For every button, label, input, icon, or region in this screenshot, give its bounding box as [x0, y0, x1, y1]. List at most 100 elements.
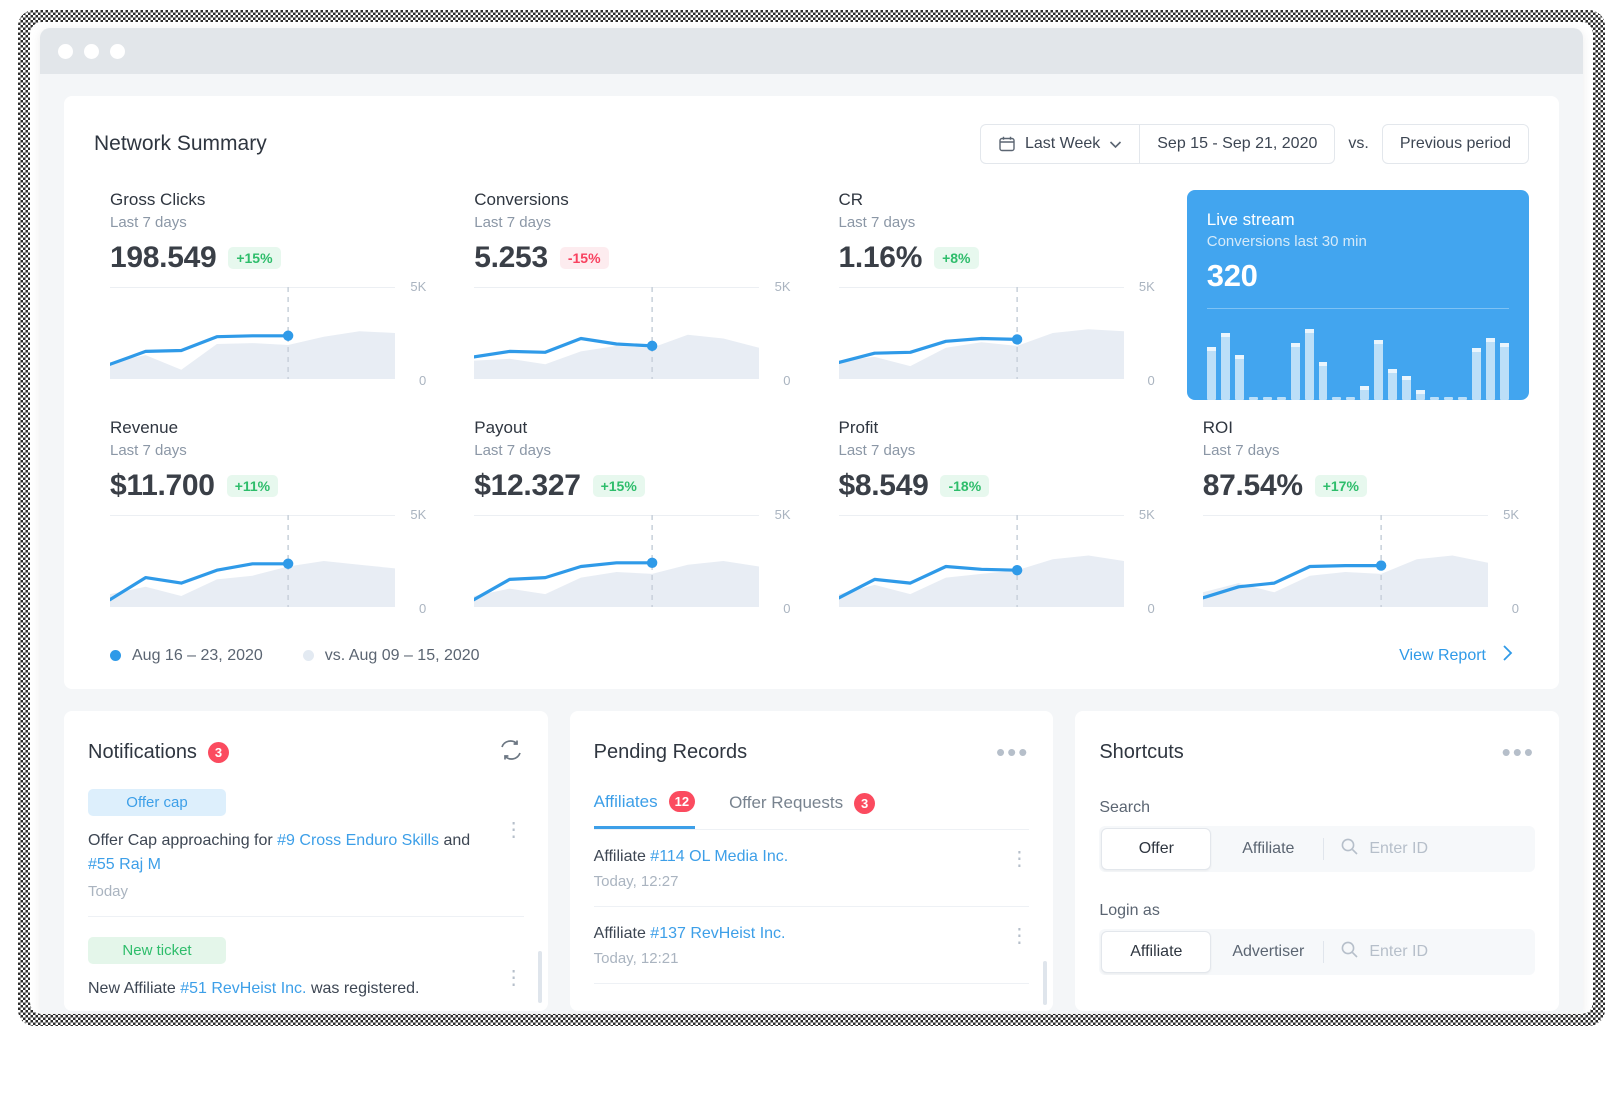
- search-id-input[interactable]: Enter ID: [1324, 826, 1535, 872]
- axis-label-bottom: 0: [783, 373, 790, 388]
- login-id-input[interactable]: Enter ID: [1324, 929, 1535, 975]
- gross-clicks-sparkline: 5K0: [110, 287, 420, 379]
- date-range-field[interactable]: Sep 15 - Sep 21, 2020: [1139, 124, 1335, 164]
- notifications-panel: Notifications 3 Offer capOffer Cap appro…: [64, 711, 548, 1011]
- view-report-link[interactable]: View Report: [1399, 644, 1513, 667]
- search-segment-offer[interactable]: Offer: [1101, 828, 1211, 870]
- previous-period-button[interactable]: Previous period: [1382, 124, 1529, 164]
- live-bar-cap: [1319, 362, 1328, 366]
- kebab-menu-icon[interactable]: ⋮: [504, 975, 524, 982]
- conversions-sparkline: 5K0: [474, 287, 784, 379]
- live-bar-cap: [1305, 329, 1314, 333]
- pending-record-row: Affiliate #114 OL Media Inc.Today, 12:27…: [594, 830, 1030, 907]
- tab-count-badge: 12: [669, 791, 695, 812]
- axis-label-top: 5K: [1139, 507, 1155, 522]
- previous-period-label: Previous period: [1400, 135, 1511, 153]
- login-segment-affiliate[interactable]: Affiliate: [1101, 931, 1211, 973]
- kebab-menu-icon[interactable]: ⋮: [1009, 856, 1029, 863]
- notification-text-pre: Offer Cap approaching for: [88, 832, 273, 849]
- kpi-delta-badge: -18%: [940, 475, 989, 497]
- live-bar: [1430, 397, 1439, 400]
- axis-label-bottom: 0: [1148, 373, 1155, 388]
- login-as-row: Affiliate Advertiser Enter ID: [1099, 929, 1535, 975]
- notifications-count-badge: 3: [208, 742, 229, 763]
- live-stream-title: Live stream: [1207, 210, 1509, 230]
- pending-records-panel: Pending Records ••• Affiliates 12 Offer Re…: [570, 711, 1054, 1011]
- live-stream-baseline: [1207, 308, 1509, 309]
- live-stream-value: 320: [1207, 258, 1509, 294]
- refresh-icon[interactable]: [498, 737, 524, 768]
- notifications-title-group: Notifications 3: [88, 741, 229, 764]
- kpi-title: Payout: [474, 418, 784, 438]
- pending-records-title: Pending Records: [594, 741, 747, 764]
- kpi-delta-badge: +17%: [1315, 475, 1367, 497]
- tab-offer-requests[interactable]: Offer Requests3: [729, 791, 875, 829]
- kpi-title: Conversions: [474, 190, 784, 210]
- live-bar: [1388, 369, 1397, 400]
- record-title: Affiliate #114 OL Media Inc.: [594, 848, 1030, 866]
- kpi-subtitle: Last 7 days: [110, 442, 420, 459]
- axis-label-bottom: 0: [419, 373, 426, 388]
- notifications-scrollbar[interactable]: [538, 951, 542, 1003]
- axis-label-top: 5K: [775, 507, 791, 522]
- search-id-placeholder: Enter ID: [1369, 840, 1428, 858]
- view-report-label: View Report: [1399, 647, 1486, 665]
- kpi-value: $12.327: [474, 469, 580, 503]
- notification-text: New Affiliate #51 RevHeist Inc. was regi…: [88, 977, 524, 1001]
- live-bar: [1416, 390, 1425, 400]
- notification-text-mid: was registered.: [311, 980, 420, 997]
- close-icon[interactable]: [58, 44, 73, 59]
- kpi-value: 5.253: [474, 241, 548, 275]
- kpi-title: ROI: [1203, 418, 1513, 438]
- live-bar: [1402, 376, 1411, 400]
- live-bar: [1500, 343, 1509, 400]
- tab-label: Offer Requests: [729, 793, 843, 813]
- record-link[interactable]: #137 RevHeist Inc.: [650, 925, 785, 942]
- overflow-menu-icon[interactable]: •••: [1502, 747, 1535, 757]
- kpi-card-profit: ProfitLast 7 days$8.549-18%5K0: [823, 418, 1165, 618]
- kpi-subtitle: Last 7 days: [474, 442, 784, 459]
- shortcuts-header: Shortcuts •••: [1099, 735, 1535, 769]
- kebab-menu-icon[interactable]: ⋮: [1009, 933, 1029, 940]
- notification-text-pre: New Affiliate: [88, 980, 176, 997]
- search-icon: [1340, 940, 1359, 964]
- pending-record-row: Affiliate #137 RevHeist Inc.Today, 12:21…: [594, 907, 1030, 984]
- live-bar-cap: [1374, 340, 1383, 344]
- legend-item-current: Aug 16 – 23, 2020: [110, 647, 263, 665]
- live-bar: [1305, 329, 1314, 400]
- live-bar: [1249, 397, 1258, 400]
- browser-window: Network Summary Last Week: [40, 28, 1583, 1013]
- kpi-value: $11.700: [110, 469, 215, 503]
- roi-sparkline: 5K0: [1203, 515, 1513, 607]
- kebab-menu-icon[interactable]: ⋮: [504, 827, 524, 834]
- minimize-icon[interactable]: [84, 44, 99, 59]
- overflow-menu-icon[interactable]: •••: [996, 747, 1029, 757]
- notification-link[interactable]: #9 Cross Enduro Skills: [277, 832, 439, 849]
- search-segment-affiliate[interactable]: Affiliate: [1213, 826, 1323, 872]
- live-bar-cap: [1472, 348, 1481, 352]
- bottom-panels: Notifications 3 Offer capOffer Cap appro…: [64, 711, 1559, 1011]
- network-summary-card: Network Summary Last Week: [64, 96, 1559, 689]
- date-preset-dropdown[interactable]: Last Week: [980, 124, 1139, 164]
- revenue-sparkline: 5K0: [110, 515, 420, 607]
- maximize-icon[interactable]: [110, 44, 125, 59]
- record-time: Today, 12:21: [594, 950, 1030, 967]
- record-prefix: Affiliate: [594, 848, 646, 865]
- notification-link[interactable]: #51 RevHeist Inc.: [180, 980, 306, 997]
- tab-label: Affiliates: [594, 792, 658, 812]
- profit-sparkline: 5K0: [839, 515, 1149, 607]
- pending-records-scrollbar[interactable]: [1043, 961, 1047, 1005]
- live-bar: [1332, 397, 1341, 400]
- record-link[interactable]: #114 OL Media Inc.: [650, 848, 788, 865]
- login-as-label: Login as: [1099, 902, 1535, 920]
- notifications-title: Notifications: [88, 741, 197, 764]
- tab-affiliates[interactable]: Affiliates 12: [594, 791, 695, 829]
- kpi-card-roi: ROILast 7 days87.54%+17%5K0: [1187, 418, 1529, 618]
- login-segment-advertiser[interactable]: Advertiser: [1213, 929, 1323, 975]
- app-viewport: Network Summary Last Week: [40, 74, 1583, 1013]
- live-stream-bars: [1207, 308, 1509, 400]
- kpi-value-row: 5.253-15%: [474, 241, 784, 275]
- notification-link[interactable]: #55 Raj M: [88, 856, 161, 873]
- live-bar: [1319, 362, 1328, 400]
- live-bar-cap: [1402, 376, 1411, 380]
